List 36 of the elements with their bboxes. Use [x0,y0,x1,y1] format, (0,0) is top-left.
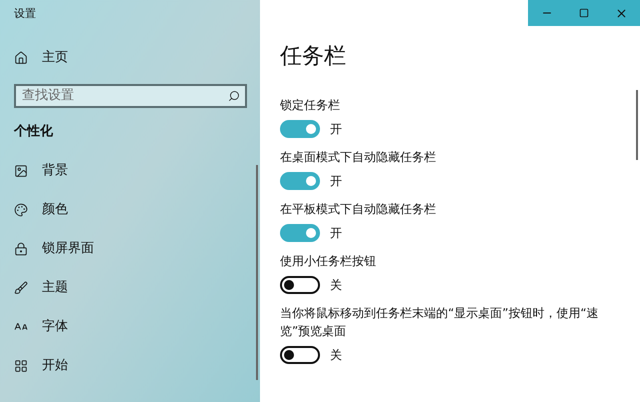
section-heading: 个性化 [14,122,54,140]
window-title: 设置 [14,6,37,22]
toggle-switch[interactable] [280,224,320,242]
toggle-switch[interactable] [280,120,320,138]
grid-icon [14,358,28,372]
setting-label: 在桌面模式下自动隐藏任务栏 [280,149,437,166]
toggle-state: 关 [330,347,342,364]
nav-item[interactable]: 锁屏界面 [14,239,247,258]
setting-label: 使用小任务栏按钮 [280,253,377,270]
setting-label: 在平板模式下自动隐藏任务栏 [280,201,437,218]
toggle-state: 开 [330,121,342,138]
search-icon[interactable] [228,90,240,102]
nav-item[interactable]: 开始 [14,356,247,375]
nav-item[interactable]: 主题 [14,278,247,297]
toggle-state: 关 [330,277,342,294]
nav-item[interactable]: 背景 [14,161,247,180]
search-field[interactable]: 查找设置 [14,84,247,108]
setting-label: 当你将鼠标移动到任务栏末端的“显示桌面”按钮时，使用“速览”预览桌面 [280,305,600,340]
toggle-switch[interactable] [280,276,320,294]
nav-link[interactable]: 主页 [42,48,68,68]
home-icon [14,50,28,65]
nav-item[interactable]: 颜色 [14,200,247,219]
scrollbar [636,90,638,160]
close-icon [614,6,628,20]
nav-item[interactable]: 字体 [14,317,247,336]
setting-label: 锁定任务栏 [280,97,341,114]
picture-icon [14,164,28,178]
lock-icon [14,242,28,256]
maximize-icon [578,8,589,18]
toggle-state: 开 [330,225,342,242]
palette-icon [14,202,28,216]
toggle-switch[interactable] [280,346,320,364]
brush-icon [14,280,28,294]
page-title: 任务栏 [280,43,347,71]
toggle-state: 开 [330,173,342,190]
toggle-switch[interactable] [280,172,320,190]
